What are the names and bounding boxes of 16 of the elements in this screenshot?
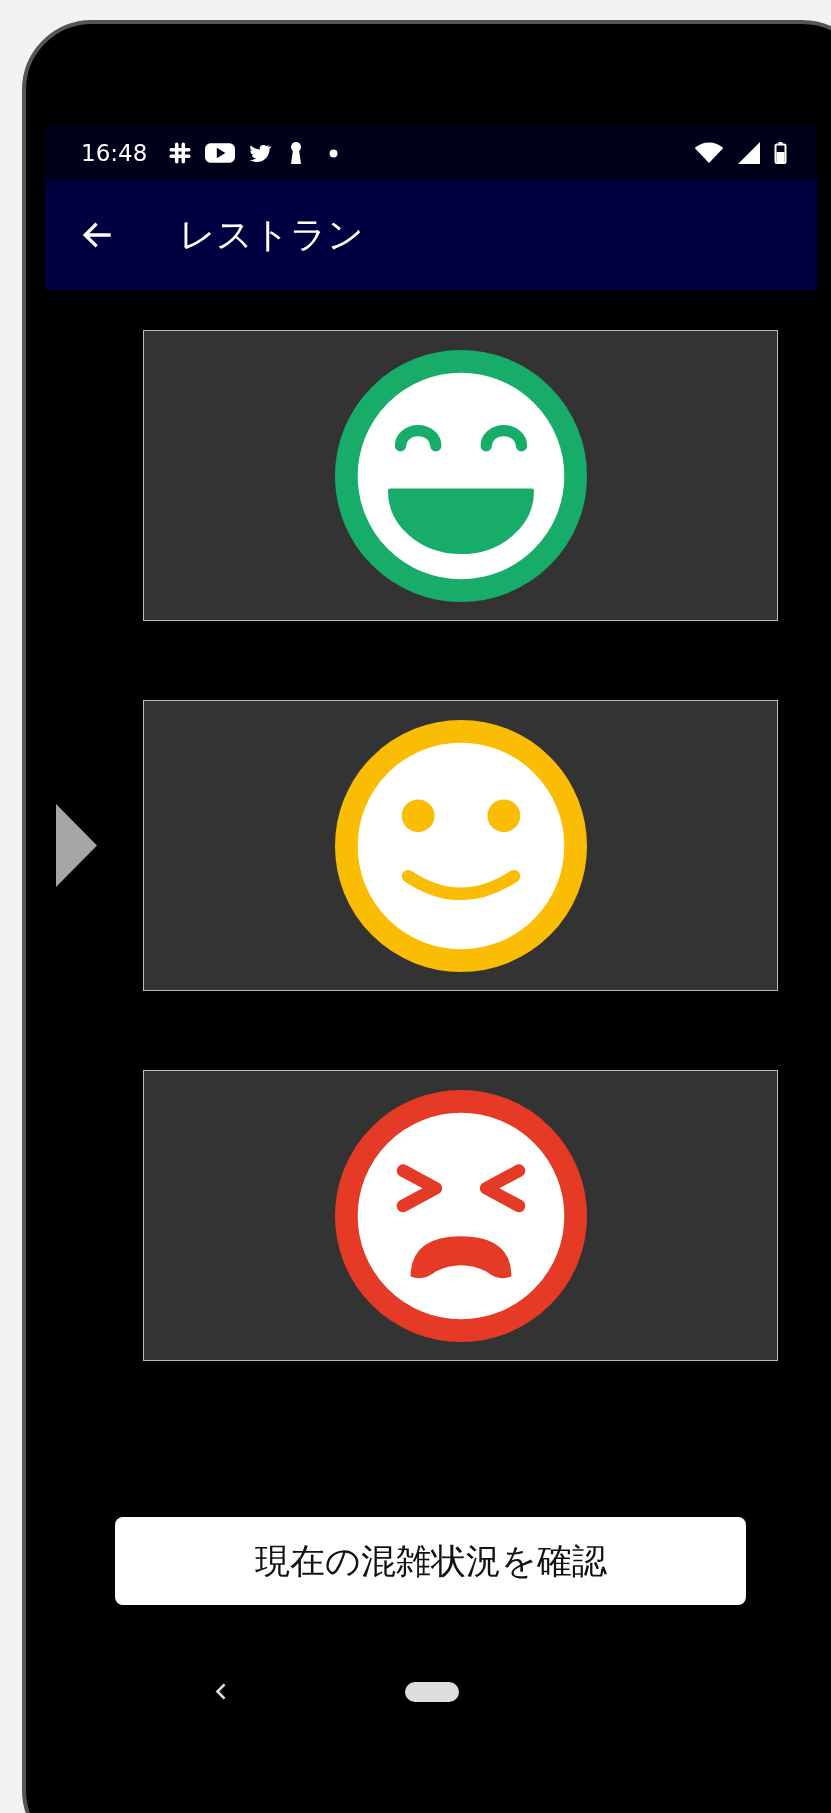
screen-title: レストラン — [179, 212, 364, 257]
battery-icon — [774, 142, 787, 164]
rating-card[interactable] — [143, 1070, 778, 1361]
check-congestion-button[interactable]: 現在の混雑状況を確認 — [115, 1517, 746, 1605]
home-pill[interactable] — [405, 1682, 459, 1702]
hash-icon — [169, 142, 192, 164]
dot-icon — [329, 148, 339, 158]
signal-icon — [738, 142, 760, 164]
wifi-icon — [694, 142, 724, 164]
bird-icon — [249, 142, 272, 164]
status-time: 16:48 — [81, 140, 148, 166]
rating-card[interactable] — [143, 330, 778, 621]
triangle-icon[interactable] — [56, 804, 97, 887]
rating-card[interactable] — [143, 700, 778, 991]
play-icon — [205, 142, 236, 164]
back-chevron-icon[interactable] — [215, 1682, 227, 1701]
